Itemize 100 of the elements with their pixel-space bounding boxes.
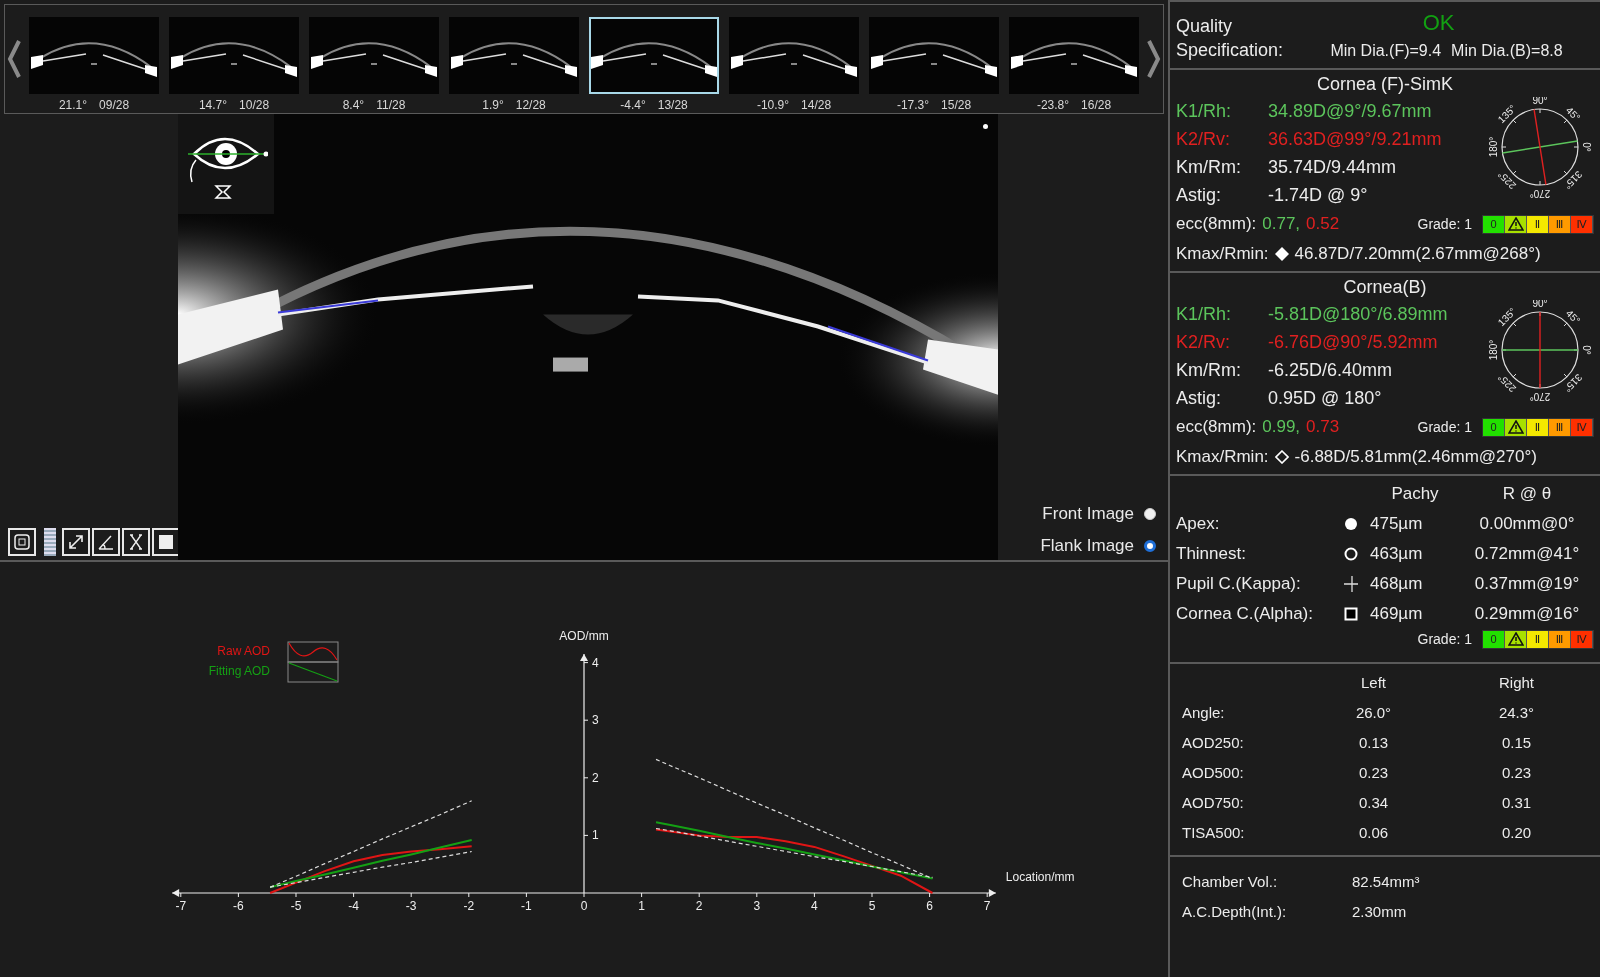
image-radio-option[interactable]: Flank Image	[1040, 536, 1156, 556]
degree-label: 45°	[1563, 307, 1583, 327]
image-radio-option[interactable]: Front Image	[1042, 504, 1156, 524]
angle-button[interactable]	[92, 528, 120, 556]
x-tick-label: 2	[695, 899, 703, 913]
quality-label: Specification:	[1176, 39, 1284, 62]
angle-value: 0.20	[1500, 824, 1533, 841]
legend-label: Raw AOD	[217, 644, 270, 658]
angle-label: AOD500:	[1182, 764, 1245, 781]
kmax-value: 46.87D/7.20mm(2.67mm@268°)	[1294, 244, 1541, 264]
square-icon	[159, 535, 173, 549]
chamber-label: Chamber Vol.:	[1182, 873, 1279, 890]
angle-value: 0.31	[1500, 794, 1533, 811]
degree-label: 0°	[1581, 142, 1593, 152]
grade-step: 0	[1483, 215, 1505, 233]
scan-thumbnail[interactable]	[589, 17, 719, 94]
chamber-label: A.C.Depth(Int.):	[1182, 903, 1288, 920]
pachy-value: 468µm	[1370, 574, 1424, 594]
grade-step: 0	[1483, 418, 1505, 436]
grade-step: Ⅳ	[1571, 418, 1593, 436]
scan-thumbnail[interactable]	[309, 17, 439, 94]
degree-label: 270°	[1529, 188, 1551, 200]
y-tick-label: 3	[592, 713, 599, 728]
ecc-value: 0.52	[1306, 214, 1340, 234]
keratometry-value: 35.74D/9.44mm	[1268, 156, 1397, 179]
scan-thumbnail[interactable]	[29, 17, 159, 94]
scan-thumbnail[interactable]	[729, 17, 859, 94]
pachy-value: 463µm	[1370, 544, 1424, 564]
pachy-value: 475µm	[1370, 514, 1424, 534]
scan-thumbnail[interactable]	[169, 17, 299, 94]
position-value: 0.37mm@19°	[1473, 574, 1581, 594]
angle-value: 0.23	[1357, 764, 1390, 781]
thumbnail-angle: 8.4°	[342, 98, 365, 112]
column-header: Pachy	[1390, 484, 1440, 504]
position-value: 0.29mm@16°	[1473, 604, 1581, 624]
y-tick-label: 2	[592, 770, 599, 785]
square-icon	[1344, 607, 1358, 621]
scan-thumbnail[interactable]	[1009, 17, 1139, 94]
thumbnail-angle: -17.3°	[896, 98, 930, 112]
angle-value: 0.15	[1500, 734, 1533, 751]
keratometry-label: K2/Rv:	[1176, 331, 1232, 354]
ecc-label: ecc(8mm):	[1176, 417, 1257, 437]
eye-diagram-icon	[178, 114, 274, 214]
frame-icon	[13, 533, 31, 551]
keratometry-label: K1/Rh:	[1176, 303, 1233, 326]
keratometry-value: -6.25D/6.40mm	[1268, 359, 1393, 382]
y-tick-label: 4	[592, 655, 599, 670]
chamber-value: 82.54mm³	[1352, 873, 1421, 890]
angle-value: 24.3°	[1497, 704, 1536, 721]
thumbnail-frame: 09/28	[99, 98, 130, 112]
grade-step: Ⅱ	[1527, 215, 1549, 233]
circle-icon	[1344, 547, 1358, 561]
grade-label: Grade: 1	[1417, 216, 1472, 232]
keratometry-label: Km/Rm:	[1176, 359, 1242, 382]
thumbnail-frame: 16/28	[1081, 98, 1112, 112]
keratometry-label: Astig:	[1176, 184, 1223, 207]
diamond-icon	[1274, 247, 1289, 261]
thumbnail-frame: 11/28	[376, 98, 406, 112]
frame-button[interactable]	[8, 528, 36, 556]
measure-button[interactable]	[62, 528, 90, 556]
pachy-label: Apex:	[1176, 514, 1221, 534]
toolbar-grip[interactable]	[44, 528, 56, 556]
chevron-right-icon	[1146, 39, 1162, 79]
angle-label: TISA500:	[1182, 824, 1246, 841]
column-header: Left	[1360, 674, 1387, 691]
degree-label: 225°	[1495, 168, 1519, 192]
grade-step: Ⅱ	[1527, 418, 1549, 436]
position-value: 0.72mm@41°	[1473, 544, 1581, 564]
degree-label: 90°	[1532, 300, 1548, 309]
x-tick-label: 6	[926, 899, 933, 913]
angle-icon	[97, 533, 115, 551]
scan-thumbnail[interactable]	[449, 17, 579, 94]
ecc-label: ecc(8mm):	[1176, 214, 1257, 234]
kmax-label: Kmax/Rmin:	[1176, 447, 1269, 467]
legend-swatch	[287, 661, 339, 683]
angle-value: 26.0°	[1354, 704, 1393, 721]
quality-label: Quality	[1176, 15, 1234, 38]
keratometry-label: K1/Rh:	[1176, 100, 1233, 123]
x-tick-label: -6	[233, 899, 244, 913]
legend-label: Fitting AOD	[208, 664, 270, 678]
column-header: R @ θ	[1501, 484, 1553, 504]
stop-button[interactable]	[152, 528, 180, 556]
keratometry-label: Km/Rm:	[1176, 156, 1242, 179]
x-tick-label: -4	[348, 899, 359, 913]
thumbnail-angle: 14.7°	[198, 98, 228, 112]
angle-value: 0.06	[1357, 824, 1390, 841]
degree-label: 45°	[1563, 104, 1583, 124]
x-axis-title: Location/mm	[1005, 870, 1075, 884]
thumbnail-angle: -10.9°	[756, 98, 790, 112]
clear-button[interactable]	[122, 528, 150, 556]
chamber-value: 2.30mm	[1352, 903, 1408, 920]
x-tick-label: 3	[753, 899, 761, 913]
degree-label: 270°	[1529, 391, 1551, 403]
position-value: 0.00mm@0°	[1478, 514, 1576, 534]
x-tick-label: -1	[521, 899, 532, 913]
y-tick-label: 1	[592, 828, 599, 843]
keratometry-value: -6.76D@90°/5.92mm	[1268, 331, 1438, 354]
keratometry-value: -5.81D@180°/6.89mm	[1268, 303, 1448, 326]
degree-label: 180°	[1488, 339, 1499, 361]
scan-thumbnail[interactable]	[869, 17, 999, 94]
